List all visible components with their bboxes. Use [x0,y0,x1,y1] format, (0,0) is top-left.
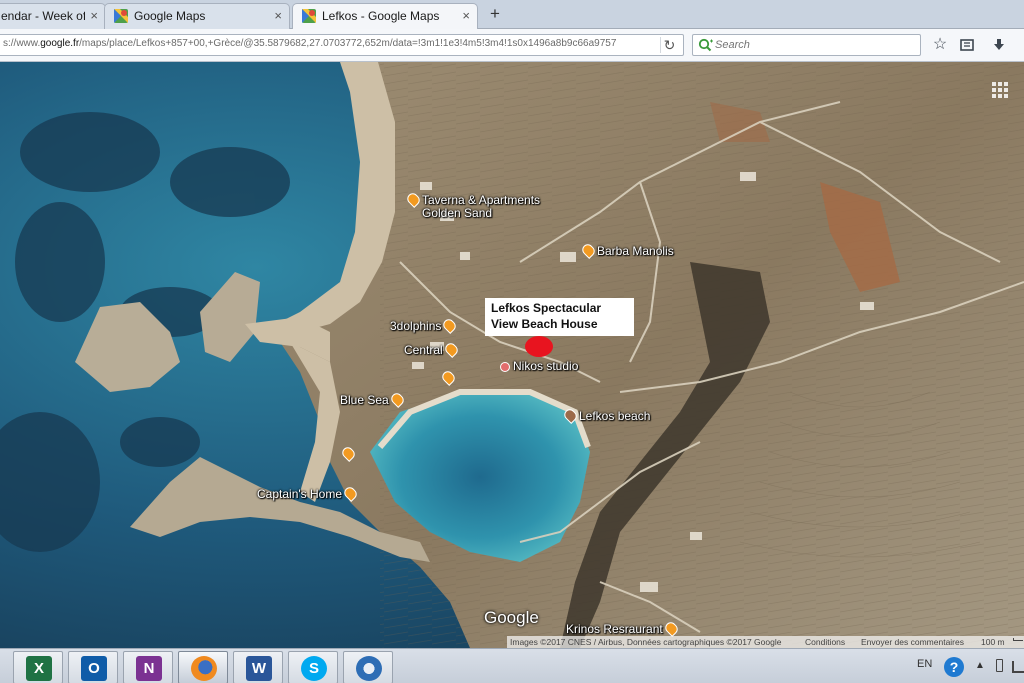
poi-lefkos-beach[interactable]: Lefkos beach [562,407,651,425]
annotation-line: View Beach House [491,317,598,331]
navigation-toolbar: s://www.google.fr/maps/place/Lefkos+857+… [0,29,1024,62]
onenote-icon: N [136,656,162,681]
url-path: /maps/place/Lefkos+857+00,+Grèce/@35.587… [79,38,617,49]
close-icon[interactable]: × [90,8,98,24]
language-indicator[interactable]: EN [917,658,932,670]
url-prefix: s://www. [3,38,41,49]
battery-icon[interactable] [996,659,1003,672]
taskbar-onenote[interactable]: N [123,651,173,683]
poi-label: Captain's Home [257,487,342,501]
restaurant-pin-icon [441,317,459,334]
skype-icon: S [301,656,327,681]
annotation-line: Lefkos Spectacular [491,301,602,315]
reading-list-icon[interactable] [958,36,976,54]
poi-captains-home[interactable]: Captain's Home [257,485,359,503]
poi-label: Krinos Resraurant [566,622,663,636]
thunderbird-icon [356,656,382,681]
beach-pin-icon [562,407,579,424]
tab-calendar[interactable]: endar - Week of J × [0,3,106,29]
restaurant-pin-icon [405,191,422,208]
new-tab-button[interactable]: + [484,4,506,24]
restaurant-pin-icon [340,445,357,462]
taskbar-word[interactable]: W [233,651,283,683]
poi-blue-sea[interactable]: Blue Sea [340,391,406,409]
windows-taskbar: X O N W S EN ? ▲ [0,648,1024,683]
poi-label: Lefkos beach [579,409,651,423]
search-engine-icon[interactable] [698,38,714,52]
google-logo: Google [484,608,539,627]
browser-tab-strip: endar - Week of J × Google Maps × Lefkos… [0,0,1024,30]
imagery-credit: Images ©2017 CNES / Airbus, Données cart… [510,637,782,647]
firefox-icon [191,656,217,681]
scale-bar [1013,638,1023,641]
taskbar-thunderbird[interactable] [343,651,393,683]
show-hidden-icons-icon[interactable]: ▲ [975,660,985,671]
outlook-icon: O [81,656,107,681]
url-host: google.fr [40,38,80,49]
feedback-link[interactable]: Envoyer des commentaires [861,636,964,648]
tab-lefkos-google-maps[interactable]: Lefkos - Google Maps × [292,3,478,30]
satellite-imagery [0,62,1024,648]
address-bar[interactable]: s://www.google.fr/maps/place/Lefkos+857+… [0,34,684,56]
satellite-map[interactable]: Taverna & Apartments Golden Sand Barba Ma… [0,62,1024,648]
taskbar-skype[interactable]: S [288,651,338,683]
poi-unnamed-2[interactable] [340,445,357,463]
taskbar-firefox[interactable] [178,651,228,683]
help-icon[interactable]: ? [944,657,964,677]
search-box[interactable] [692,34,921,56]
annotation-label: Lefkos Spectacular View Beach House [485,298,634,336]
poi-nikos-studio[interactable]: Nikos studio [497,359,578,375]
reload-icon[interactable]: ↻ [660,37,678,53]
search-input[interactable] [715,36,915,54]
excel-icon: X [26,656,52,681]
restaurant-pin-icon [662,620,680,637]
terms-link[interactable]: Conditions [805,636,845,648]
poi-label: Nikos studio [513,359,579,373]
restaurant-pin-icon [342,485,359,502]
url-text[interactable]: s://www.google.fr/maps/place/Lefkos+857+… [3,38,655,49]
hotel-pin-icon [500,362,510,372]
poi-taverna-golden-sand[interactable]: Taverna & Apartments Golden Sand [405,191,541,220]
tab-title: Google Maps [134,9,206,23]
poi-central[interactable]: Central [404,341,460,359]
scale-label[interactable]: 100 m [981,636,1005,648]
house-location-marker [525,336,553,357]
poi-barba-manolis[interactable]: Barba Manolis [580,242,674,260]
close-icon[interactable]: × [462,8,470,24]
restaurant-pin-icon [442,341,460,358]
network-icon[interactable] [1012,661,1024,673]
map-attribution-bar: Images ©2017 CNES / Airbus, Données cart… [507,636,1024,648]
poi-label: Central [404,343,443,357]
download-icon[interactable] [990,36,1008,54]
bookmark-star-icon[interactable]: ☆ [931,36,949,54]
taskbar-outlook[interactable]: O [68,651,118,683]
poi-3dolphins[interactable]: 3dolphins [390,317,459,335]
taskbar-excel[interactable]: X [13,651,63,683]
close-icon[interactable]: × [274,8,282,24]
tab-title: endar - Week of J [1,9,85,23]
poi-label: Golden Sand [422,206,493,220]
restaurant-pin-icon [440,369,457,386]
restaurant-pin-icon [388,391,406,408]
poi-label: Blue Sea [340,393,389,407]
poi-label: 3dolphins [390,319,442,333]
word-icon: W [246,656,272,681]
poi-label: Taverna & Apartments [422,193,541,207]
poi-label: Barba Manolis [597,244,674,258]
tab-google-maps[interactable]: Google Maps × [104,3,290,29]
poi-unnamed[interactable] [440,369,457,387]
google-maps-icon [302,9,316,23]
apps-grid-icon[interactable] [992,82,1008,98]
tab-title: Lefkos - Google Maps [322,9,440,23]
google-maps-icon [114,9,128,23]
restaurant-pin-icon [580,242,597,259]
